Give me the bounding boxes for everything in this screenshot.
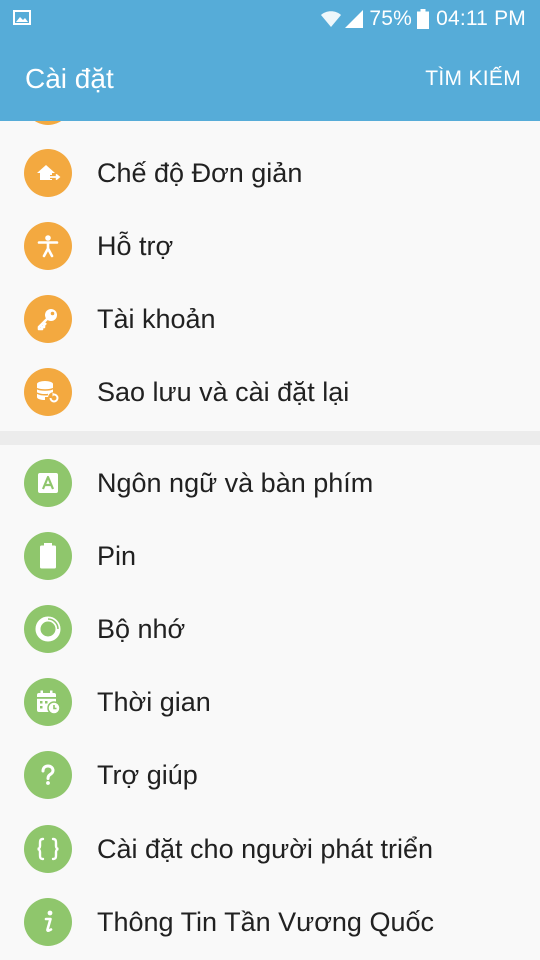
clock: 04:11 PM (436, 7, 526, 30)
settings-item-label: Thông Tin Tần Vương Quốc (97, 907, 434, 937)
accessibility-icon (24, 222, 72, 270)
settings-item-label: Tài khoản (97, 304, 216, 334)
settings-item-help[interactable]: Trợ giúp (0, 739, 540, 812)
calendar-icon (24, 678, 72, 726)
settings-item-label: Cài đặt cho người phát triển (97, 834, 433, 864)
settings-item-battery[interactable]: Pin (0, 520, 540, 593)
status-bar: 75% 04:11 PM (0, 0, 540, 38)
settings-item-developer-options[interactable]: Cài đặt cho người phát triển (0, 813, 540, 886)
settings-group-system: Ngôn ngữ và bàn phím Pin Bộ nhớ Thời gia… (0, 445, 540, 960)
home-icon (24, 149, 72, 197)
settings-item-easy-mode[interactable]: Chế độ Đơn giản (0, 137, 540, 210)
status-right: 75% 04:11 PM (321, 0, 526, 38)
storage-icon (24, 605, 72, 653)
search-button[interactable]: TÌM KIẾM (425, 65, 521, 93)
wifi-icon (321, 11, 342, 27)
page-title: Cài đặt (25, 63, 114, 94)
backup-icon (24, 368, 72, 416)
battery-icon (417, 9, 430, 29)
app-bar: Cài đặt TÌM KIẾM (0, 38, 540, 121)
settings-item-date-time[interactable]: Thời gian (0, 666, 540, 739)
section-divider (0, 431, 540, 445)
settings-item-label: Bộ nhớ (97, 614, 186, 644)
language-icon (24, 459, 72, 507)
developer-icon (24, 825, 72, 873)
settings-item-accounts[interactable]: Tài khoản (0, 283, 540, 356)
settings-item-accessibility[interactable]: Hỗ trợ (0, 210, 540, 283)
gallery-icon (13, 10, 31, 25)
settings-item-storage[interactable]: Bộ nhớ (0, 593, 540, 666)
key-icon (24, 295, 72, 343)
settings-item-label: Thời gian (97, 687, 211, 717)
settings-item-backup-reset[interactable]: Sao lưu và cài đặt lại (0, 356, 540, 429)
settings-item-label: Trợ giúp (97, 760, 198, 790)
settings-item-label: Pin (97, 541, 137, 571)
settings-item-language-keyboard[interactable]: Ngôn ngữ và bàn phím (0, 447, 540, 520)
partial-icon (24, 121, 72, 125)
help-icon (24, 751, 72, 799)
settings-item-label: Ngôn ngữ và bàn phím (97, 468, 374, 498)
settings-item-device-info[interactable]: Thông Tin Tần Vương Quốc (0, 886, 540, 959)
info-icon (24, 898, 72, 946)
settings-item-label: Hỗ trợ (97, 231, 174, 261)
settings-group-personal: Chế độ Đơn giản Hỗ trợ Tài khoản Sao lưu… (0, 121, 540, 431)
battery-percent: 75% (369, 7, 413, 30)
settings-item-label: Sao lưu và cài đặt lại (97, 377, 350, 407)
settings-item-label: Chế độ Đơn giản (97, 158, 303, 188)
signal-icon (345, 10, 364, 28)
battery-icon (24, 532, 72, 580)
